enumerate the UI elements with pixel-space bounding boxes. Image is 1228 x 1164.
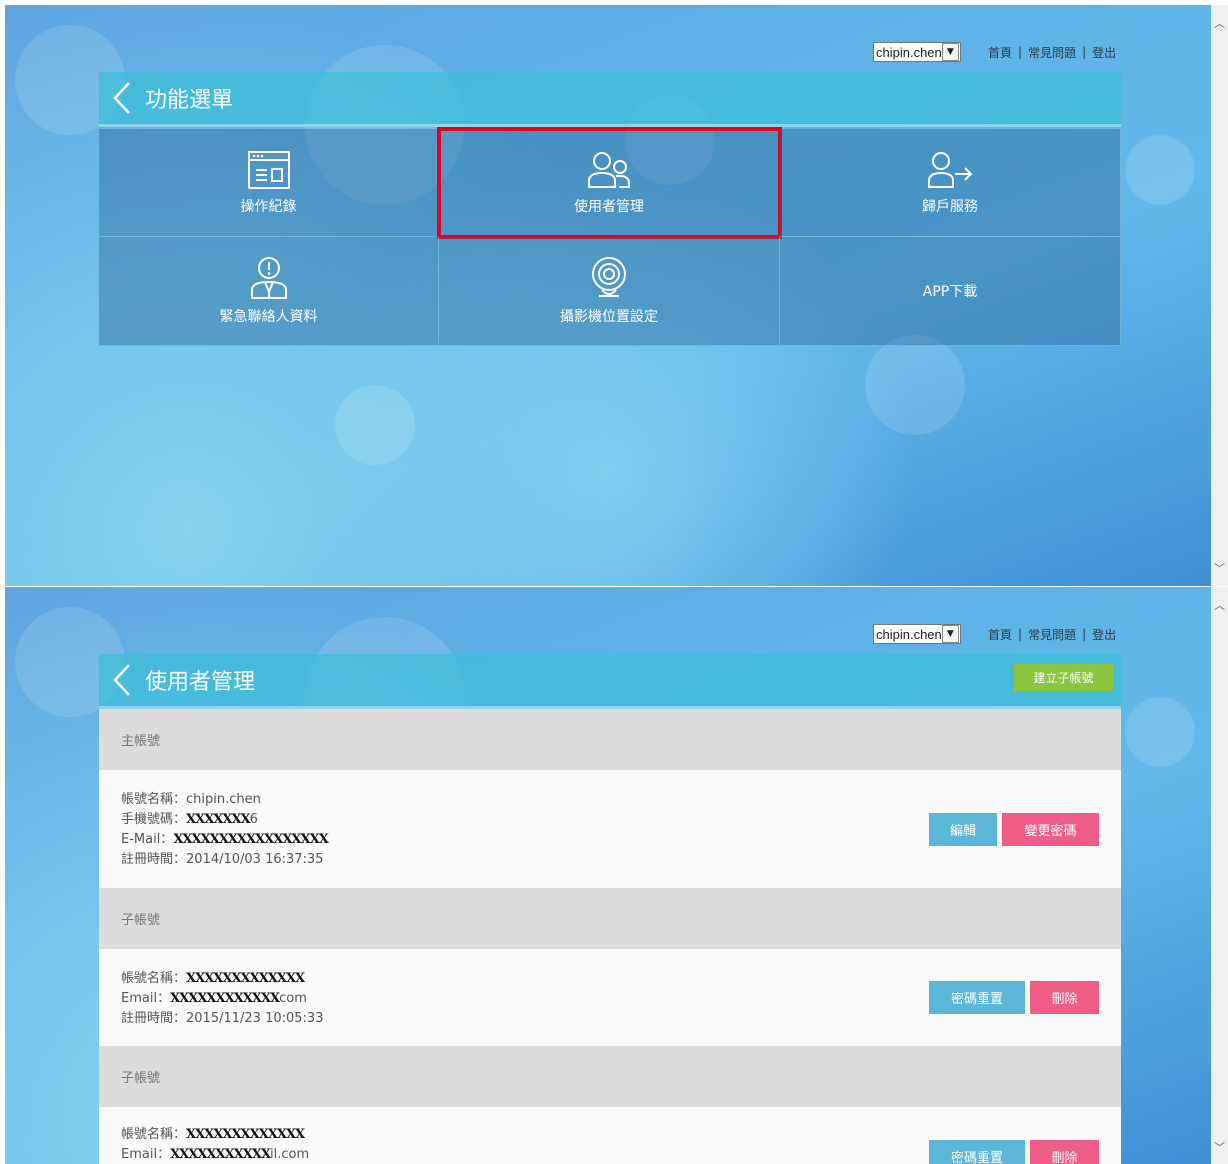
scrollbar[interactable]: ︿ ﹀ — [1211, 5, 1228, 586]
scroll-down-icon[interactable]: ﹀ — [1211, 1139, 1228, 1156]
account-name-line: 帳號名稱：chipin.chen — [121, 790, 1121, 810]
top-bar: chipin.chen ▼ 首頁 | 常見問題 | 登出 — [873, 623, 1116, 645]
edit-button[interactable]: 編輯 — [929, 813, 997, 846]
faq-link[interactable]: 常見問題 — [1028, 626, 1076, 643]
divider: | — [1082, 627, 1087, 641]
sub-account-header: 子帳號 — [99, 1046, 1121, 1107]
title-bar: 使用者管理 建立子帳號 — [99, 654, 1121, 709]
account-select-value: chipin.chen — [876, 44, 942, 60]
phone-value-redacted: XXXXXXX — [186, 812, 251, 827]
bokeh-decoration — [1125, 135, 1195, 205]
tile-label: APP下載 — [922, 284, 978, 300]
tile-label: 歸戶服務 — [922, 198, 978, 215]
email-value-redacted: XXXXXXXXXXXX — [170, 991, 280, 1006]
faq-link[interactable]: 常見問題 — [1028, 44, 1076, 61]
tile-user-management[interactable]: 使用者管理 — [437, 127, 782, 239]
log-window-icon — [247, 150, 290, 189]
account-select[interactable]: chipin.chen ▼ — [873, 624, 961, 644]
account-name-redacted: XXXXXXXXXXXXX — [186, 1127, 305, 1142]
delete-button[interactable]: 刪除 — [1030, 981, 1099, 1014]
title-bar: 功能選單 — [99, 72, 1121, 127]
email-suffix: il.com — [270, 1147, 310, 1162]
account-name-redacted: XXXXXXXXXXXXX — [186, 971, 305, 986]
menu-screen: chipin.chen ▼ 首頁 | 常見問題 | 登出 功能選單 操作紀錄 使… — [5, 5, 1211, 586]
users-icon — [588, 151, 630, 188]
tile-label: 緊急聯絡人資料 — [219, 309, 318, 325]
scroll-down-icon[interactable]: ﹀ — [1211, 560, 1228, 577]
field-label: Email： — [121, 1147, 171, 1162]
tile-label: 使用者管理 — [574, 198, 644, 215]
top-links: 首頁 | 常見問題 | 登出 — [988, 44, 1116, 61]
phone-suffix: 6 — [249, 812, 258, 827]
function-menu-grid: 操作紀錄 使用者管理 歸戶服務 緊急聯絡人資料 攝影機位置設定 APP下載 — [99, 127, 1121, 346]
field-label: 帳號名稱： — [121, 1127, 187, 1142]
tile-app-download[interactable]: APP下載 — [780, 237, 1121, 346]
create-sub-account-button[interactable]: 建立子帳號 — [1014, 664, 1113, 691]
tile-emergency-contact[interactable]: 緊急聯絡人資料 — [99, 237, 439, 346]
account-name-value: chipin.chen — [186, 792, 261, 807]
email-value-redacted: XXXXXXXXXXXXXXXXX — [173, 832, 328, 847]
logout-link[interactable]: 登出 — [1092, 626, 1116, 643]
top-bar: chipin.chen ▼ 首頁 | 常見問題 | 登出 — [873, 41, 1116, 63]
bokeh-decoration — [865, 335, 965, 435]
change-password-button[interactable]: 變更密碼 — [1002, 813, 1099, 846]
account-select[interactable]: chipin.chen ▼ — [873, 42, 961, 62]
tile-camera-location[interactable]: 攝影機位置設定 — [439, 237, 780, 346]
main-account-header: 主帳號 — [99, 709, 1121, 770]
tile-label: 攝影機位置設定 — [560, 309, 658, 325]
field-label: 帳號名稱： — [121, 971, 187, 986]
top-links: 首頁 | 常見問題 | 登出 — [988, 626, 1116, 643]
reset-password-button[interactable]: 密碼重置 — [929, 981, 1025, 1014]
sub-account-header: 子帳號 — [99, 888, 1121, 949]
email-value-redacted: XXXXXXXXXXX — [170, 1147, 271, 1162]
registration-time-line: 註冊時間：2014/10/03 16:37:35 — [121, 850, 1121, 870]
sub-account-row: 帳號名稱：XXXXXXXXXXXXX Email：XXXXXXXXXXXil.c… — [99, 1107, 1121, 1164]
email-suffix: com — [279, 991, 307, 1006]
scroll-up-icon[interactable]: ︿ — [1211, 15, 1228, 32]
divider: | — [1018, 627, 1023, 641]
field-label: 註冊時間： — [121, 1011, 187, 1026]
back-chevron-icon[interactable] — [111, 663, 133, 697]
sub-account-row: 帳號名稱：XXXXXXXXXXXXX Email：XXXXXXXXXXXXcom… — [99, 949, 1121, 1046]
delete-button[interactable]: 刪除 — [1030, 1140, 1099, 1164]
bokeh-decoration — [1125, 697, 1195, 767]
user-transfer-icon — [928, 151, 973, 188]
chevron-down-icon[interactable]: ▼ — [941, 43, 959, 61]
divider: | — [1082, 45, 1087, 59]
field-label: 註冊時間： — [121, 852, 187, 867]
home-link[interactable]: 首頁 — [988, 626, 1012, 643]
field-label: E-Mail： — [121, 832, 174, 847]
registration-time-value: 2014/10/03 16:37:35 — [186, 852, 324, 867]
tile-account-linking[interactable]: 歸戶服務 — [780, 129, 1121, 237]
bokeh-decoration — [335, 385, 415, 465]
user-management-screen: chipin.chen ▼ 首頁 | 常見問題 | 登出 使用者管理 建立子帳號… — [5, 587, 1211, 1164]
page-title: 使用者管理 — [145, 670, 256, 695]
account-select-value: chipin.chen — [876, 626, 942, 642]
field-label: 帳號名稱： — [121, 792, 187, 807]
field-label: 手機號碼： — [121, 812, 187, 827]
camera-icon — [592, 257, 626, 297]
tile-label: 操作紀錄 — [240, 198, 297, 215]
chevron-down-icon[interactable]: ▼ — [941, 625, 959, 643]
logout-link[interactable]: 登出 — [1092, 44, 1116, 61]
scrollbar[interactable]: ︿ ﹀ — [1211, 587, 1228, 1164]
scroll-up-icon[interactable]: ︿ — [1211, 597, 1228, 614]
registration-time-value: 2015/11/23 10:05:33 — [186, 1011, 324, 1026]
reset-password-button[interactable]: 密碼重置 — [929, 1140, 1025, 1164]
home-link[interactable]: 首頁 — [988, 44, 1012, 61]
field-label: Email： — [121, 991, 171, 1006]
page-title: 功能選單 — [145, 88, 234, 113]
emergency-contact-icon — [250, 257, 287, 299]
main-account-row: 帳號名稱：chipin.chen 手機號碼：XXXXXXX6 E-Mail：XX… — [99, 770, 1121, 888]
back-chevron-icon[interactable] — [111, 81, 133, 115]
tile-operation-log[interactable]: 操作紀錄 — [99, 129, 439, 237]
divider: | — [1018, 45, 1023, 59]
